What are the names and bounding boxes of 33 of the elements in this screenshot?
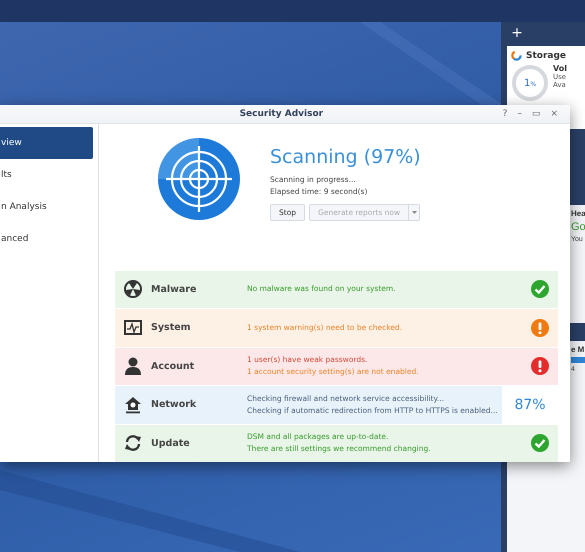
check-icon [531,280,549,298]
category-name: System [151,322,192,334]
user-icon [125,357,141,376]
refresh-icon [124,434,142,452]
radar-icon [158,138,240,220]
progress-percent: 87% [502,386,558,424]
donut-logo-icon [511,50,522,61]
caret-icon [412,210,417,214]
sidebar-item[interactable]: n Analysis [0,190,93,222]
window-control[interactable]: – [517,108,522,119]
exclamation-icon [531,357,549,376]
category-name: Update [151,438,191,449]
house-network-icon [124,396,142,414]
volume-text: Vol [553,64,567,73]
window-control[interactable]: ▭ [532,108,540,119]
usage-bar [571,357,585,363]
scan-title: Scanning (97%) [270,146,421,168]
window-control[interactable]: × [550,108,558,119]
category-name: Account [151,360,196,372]
exclamation-icon [531,318,549,337]
window-title: Security Advisor [238,108,324,119]
window-control[interactable]: ? [502,108,508,119]
sidebar-item[interactable]: view [0,126,93,158]
widget-title: Storage [526,50,566,60]
dropdown-button[interactable] [408,204,420,220]
sidebar-item[interactable]: anced [0,222,93,254]
category-name: Malware [151,284,198,295]
sidebar-item[interactable]: lts [0,158,93,190]
category-name: Network [151,399,198,410]
monitor-pulse-icon [124,320,142,336]
add-widget-button[interactable]: + [510,26,524,40]
check-icon [531,434,549,452]
radiation-icon [124,280,142,298]
